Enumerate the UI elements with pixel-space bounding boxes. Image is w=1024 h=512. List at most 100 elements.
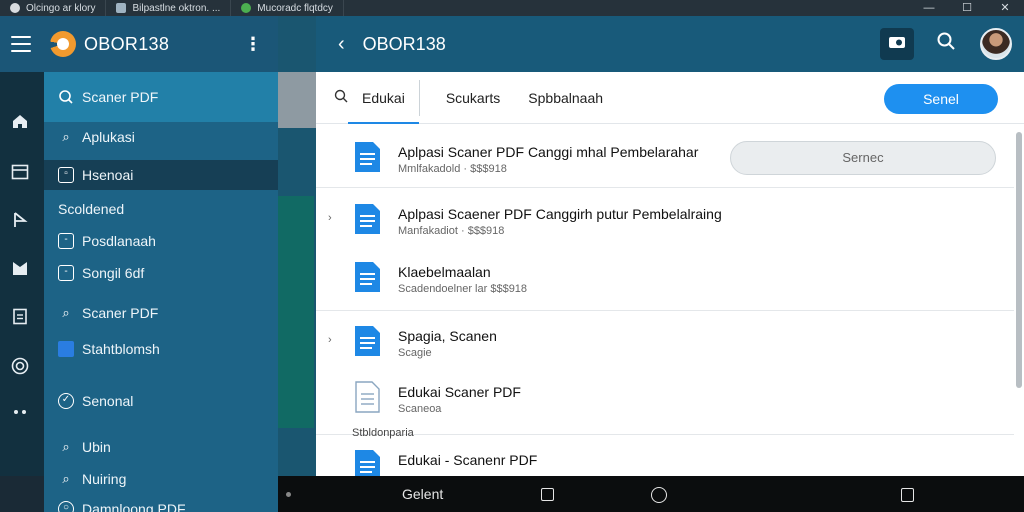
back-icon[interactable]: ‹ [338,33,345,56]
drawer-item[interactable]: Scoldened [44,194,278,224]
tab-spbbalnaah[interactable]: Spbbalnaah [514,72,617,124]
minimize-button[interactable]: — [910,0,948,16]
list-item-title: Klaebelmaalan [398,264,491,280]
browser-tab-2[interactable]: Bilpastlne oktron. ... [106,0,232,16]
more-icon[interactable] [10,402,30,422]
app-title: OBOR138 [84,33,170,54]
status-dot [286,492,291,497]
globe-icon [10,3,20,13]
browser-tab-3-label: Mucoradc flqtdcy [257,2,333,14]
browser-tab-2-label: Bilpastlne oktron. ... [132,2,221,14]
drawer-item[interactable]: ○ Damnloong PDF [44,494,278,512]
tab-bar: Edukai Scukarts Spbbalnaah Senel [316,72,1024,124]
document-icon [355,450,380,476]
drawer-search-label: Scaner PDF [82,89,159,105]
search-icon [59,90,73,104]
list-item-title: Edukai Scaner PDF [398,384,521,400]
document-icon [355,204,380,234]
drawer-item-label: Ubin [82,439,111,455]
drawer-item[interactable]: Stahtblomsh [44,334,278,364]
list-item-title: Spagia, Scanen [398,328,497,344]
green-circle-icon [241,3,252,13]
browser-tab-3[interactable]: Mucoradc flqtdcy [231,0,344,16]
bookmark-icon[interactable] [10,258,30,278]
tab-scukarts[interactable]: Scukarts [432,72,514,124]
hamburger-icon[interactable] [11,36,31,52]
drawer-item[interactable]: - Songil 6df [44,258,278,288]
chevron-right-icon[interactable]: › [328,334,332,346]
background-block [278,196,314,428]
drawer-item[interactable]: ✓ Senonal [44,386,278,416]
list-item-title: Aplpasi Scaner PDF Canggi mhal Pembelara… [398,144,699,160]
list-item-title: Edukai - Scanenr PDF [398,452,538,468]
list-item-subtitle: Scadendoelner lar $$$918 [398,283,528,295]
blue-square-icon [58,341,74,357]
square-icon: - [58,233,74,249]
document-icon [355,262,380,292]
drawer-item[interactable]: ▫ Hsenoai [44,160,278,190]
target-icon[interactable] [10,356,30,376]
divider [316,187,1014,188]
action-pill-button[interactable]: Sernec [730,141,996,175]
drawer-item[interactable]: ⌕ Scaner PDF [44,298,278,328]
close-button[interactable]: ✕ [986,0,1024,16]
window-controls: — ☐ ✕ [910,0,1024,16]
document-icon [355,142,380,172]
check-circle-icon: ✓ [58,393,74,409]
list-item[interactable]: Edukai - Scanenr PDF [316,444,1014,476]
drawer-item[interactable]: ⌕ Ubin [44,432,278,462]
list-item-subtitle: Mmlfakadold · $$$918 [398,163,507,175]
app-logo [50,31,76,57]
list-item[interactable]: Aplpasi Scaner PDF Canggi mhal Pembelara… [316,136,1014,186]
header-search-icon[interactable] [936,31,956,57]
drawer-item[interactable]: ⌕ Nuiring [44,464,278,494]
drawer-item[interactable]: - Posdlanaah [44,226,278,256]
drawer-item-label: Damnloong PDF [82,501,186,512]
send-button[interactable]: Senel [884,84,998,114]
maximize-button[interactable]: ☐ [948,0,986,16]
dimmed-background [278,16,316,476]
background-block [278,72,316,128]
list-item[interactable]: Edukai Scaner PDF Scaneoa [316,376,1014,426]
chevron-right-icon[interactable]: › [328,212,332,224]
circle-icon: ○ [58,501,74,512]
camera-button[interactable] [880,28,914,60]
drawer-item-label: Senonal [82,393,134,409]
drawer-search[interactable]: Scaner PDF [44,72,278,122]
system-nav-bar: Gelent [278,476,1024,512]
page-icon [116,3,127,13]
home-icon[interactable] [10,112,30,132]
list-item-subtitle: Scaneoa [398,403,442,415]
navigation-drawer: Scaner PDF ⌕ Aplukasi ▫ Hsenoai Scoldened - Po… [44,72,278,512]
share-icon[interactable] [10,210,30,230]
bag-icon[interactable] [901,488,914,502]
square-icon: - [58,265,74,281]
recents-icon[interactable] [541,488,554,501]
list-item[interactable]: › Aplpasi Scaener PDF Canggirh putur Pemb… [316,198,1014,248]
browser-tab-1[interactable]: Olcingo ar klory [0,0,107,16]
search-icon: ⌕ [62,129,70,144]
document-list: Aplpasi Scaner PDF Canggi mhal Pembelara… [316,124,1024,476]
home-circle-icon[interactable] [651,487,667,503]
list-item-subtitle: Scagie [398,347,432,359]
tab-edukai[interactable]: Edukai [348,72,419,124]
search-icon: ⌕ [62,471,70,486]
list-item[interactable]: › Spagia, Scanen Scagie [316,320,1014,370]
drawer-item-label: Posdlanaah [82,233,156,249]
list-item[interactable]: Klaebelmaalan Scadendoelner lar $$$918 [316,256,1014,306]
avatar[interactable] [980,28,1012,60]
divider [316,434,1014,435]
scrollbar[interactable] [1016,132,1022,388]
document-icon [355,326,380,356]
inbox-icon[interactable] [10,162,30,182]
overflow-menu-icon[interactable]: ⋮ [244,34,262,55]
tab-divider [418,79,420,116]
drawer-item-label: Songil 6df [82,265,145,281]
tab-search-icon[interactable] [334,89,348,106]
nav-label[interactable]: Gelent [402,486,443,502]
list-item-title: Aplpasi Scaener PDF Canggirh putur Pembe… [398,206,722,222]
drawer-item[interactable]: ⌕ Aplukasi [44,122,278,152]
clipboard-icon[interactable] [10,306,30,326]
drawer-item-label: Scaner PDF [82,305,159,321]
section-label: Stbldonparia [352,427,414,439]
